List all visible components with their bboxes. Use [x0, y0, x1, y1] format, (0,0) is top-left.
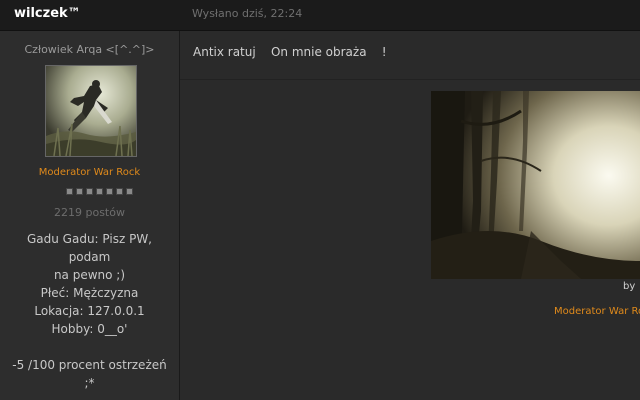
author-profile-fields: Gadu Gadu: Pisz PW, podam na pewno ;) Pł…: [8, 230, 171, 338]
post-body: Antix ratuj On mnie obraża ! by Moderato…: [180, 31, 640, 400]
rank-pip: [106, 188, 113, 195]
profile-line: Hobby: 0__o': [51, 322, 128, 336]
profile-line: na pewno ;): [53, 268, 126, 282]
post-header: wilczek™ Wysłano dziś, 22:24: [0, 0, 640, 31]
rank-pip: [86, 188, 93, 195]
rank-pip: [116, 188, 123, 195]
profile-line: Gadu Gadu: Pisz PW, podam: [26, 232, 152, 264]
author-warnings[interactable]: -5 /100 procent ostrzeżeń ;*: [8, 356, 171, 392]
post-message: Antix ratuj On mnie obraża !: [193, 45, 387, 59]
rank-pip: [76, 188, 83, 195]
author-post-count: 2219 postów: [54, 206, 125, 219]
author-rank-title: Człowiek Arqa <[^.^]>: [24, 43, 155, 56]
author-sidebar: Człowiek Arqa <[^.^]> Moderator War Rock…: [0, 31, 180, 400]
rank-pip: [66, 188, 73, 195]
rank-pip: [126, 188, 133, 195]
signature-by: by: [623, 281, 636, 292]
assassin-avatar-icon[interactable]: [45, 65, 137, 157]
warnings-line: -5 /100 procent ostrzeżeń: [12, 358, 167, 372]
forest-banner-image: [431, 91, 640, 279]
warnings-line: ;*: [84, 376, 95, 390]
profile-line: Lokacja: 127.0.0.1: [34, 304, 145, 318]
post-timestamp: Wysłano dziś, 22:24: [192, 7, 303, 20]
signature-group[interactable]: Moderator War Rock: [554, 306, 640, 317]
author-group[interactable]: Moderator War Rock: [0, 167, 179, 178]
profile-line: Płeć: Mężczyzna: [40, 286, 139, 300]
post-divider: [180, 79, 640, 80]
rank-pips: [66, 188, 133, 195]
author-username[interactable]: wilczek™: [14, 6, 81, 21]
rank-pip: [96, 188, 103, 195]
